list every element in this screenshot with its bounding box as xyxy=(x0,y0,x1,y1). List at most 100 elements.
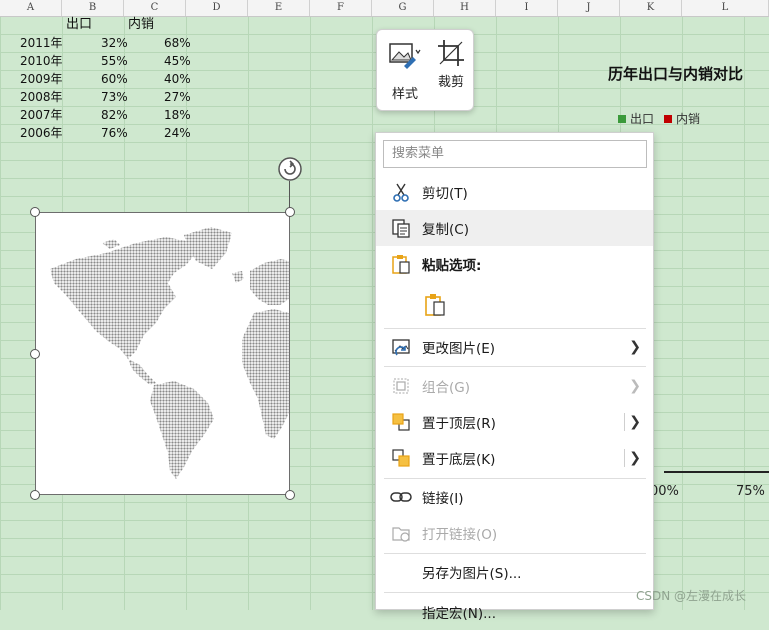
table-header-row: 出口 内销 xyxy=(0,16,200,34)
context-menu: 搜索菜单 剪切(T) 复制(C) 粘贴选项: 更改图片(E) ❯ 组合(G) ❯… xyxy=(375,132,654,622)
menu-item-label: 剪切(T) xyxy=(422,186,468,202)
menu-item-assign-macro[interactable]: 指定宏(N)... xyxy=(376,594,653,630)
resize-handle-top-left[interactable] xyxy=(30,207,40,217)
column-header-b[interactable]: B xyxy=(62,0,124,16)
cell-export[interactable]: 76% xyxy=(101,124,128,142)
menu-item-label: 更改图片(E) xyxy=(422,341,496,357)
paste-icon xyxy=(390,253,412,275)
copy-icon xyxy=(390,217,412,239)
chevron-right-icon[interactable]: ❯ xyxy=(629,450,641,466)
resize-handle-top-right[interactable] xyxy=(285,207,295,217)
menu-item-label: 粘贴选项: xyxy=(422,258,482,274)
table-row: 2011年 32% 68% xyxy=(0,34,200,52)
column-header-d[interactable]: D xyxy=(186,0,248,16)
cell-year[interactable]: 2008年 xyxy=(20,88,63,106)
column-header-e[interactable]: E xyxy=(248,0,310,16)
menu-item-label: 打开链接(O) xyxy=(422,527,498,543)
cell-domestic[interactable]: 24% xyxy=(164,124,191,142)
table-row: 2010年 55% 45% xyxy=(0,52,200,70)
crop-button[interactable]: 裁剪 xyxy=(429,34,473,98)
column-header-l[interactable]: L xyxy=(682,0,769,16)
menu-item-send-to-back[interactable]: 置于底层(K) ❯ xyxy=(376,440,653,476)
column-header-g[interactable]: G xyxy=(372,0,434,16)
menu-item-label: 复制(C) xyxy=(422,222,469,238)
world-map-image xyxy=(50,227,289,479)
send-to-back-icon xyxy=(390,447,412,469)
cell-domestic[interactable]: 27% xyxy=(164,88,191,106)
legend-label: 内销 xyxy=(676,112,701,126)
menu-item-bring-to-front[interactable]: 置于顶层(R) ❯ xyxy=(376,404,653,440)
cell-domestic[interactable]: 68% xyxy=(164,34,191,52)
watermark-text: CSDN @左漫在成长 xyxy=(636,589,747,603)
cell-year[interactable]: 2007年 xyxy=(20,106,63,124)
group-icon xyxy=(390,375,412,397)
column-header-j[interactable]: J xyxy=(558,0,620,16)
chevron-right-icon[interactable]: ❯ xyxy=(629,414,641,430)
paste-option-keep-source[interactable] xyxy=(376,284,653,326)
menu-item-link[interactable]: 链接(I) xyxy=(376,479,653,515)
cell-export[interactable]: 82% xyxy=(101,106,128,124)
menu-item-copy[interactable]: 复制(C) xyxy=(376,210,653,246)
paste-clipboard-icon xyxy=(424,294,446,316)
column-header-k[interactable]: K xyxy=(620,0,682,16)
chart-axis-line xyxy=(664,471,769,473)
column-header-c[interactable]: C xyxy=(124,0,186,16)
column-header-f[interactable]: F xyxy=(310,0,372,16)
resize-handle-bottom-left[interactable] xyxy=(30,490,40,500)
resize-handle-bottom-right[interactable] xyxy=(285,490,295,500)
menu-item-label: 另存为图片(S)... xyxy=(422,566,522,582)
legend-item-domestic: 内销 xyxy=(664,110,700,127)
open-link-icon xyxy=(390,522,412,544)
chart-title[interactable]: 历年出口与内销对比 xyxy=(608,63,743,84)
menu-item-open-link[interactable]: 打开链接(O) xyxy=(376,515,653,551)
table-row: 2009年 60% 40% xyxy=(0,70,200,88)
menu-item-save-as-picture[interactable]: 另存为图片(S)... xyxy=(376,554,653,590)
menu-item-cut[interactable]: 剪切(T) xyxy=(376,174,653,210)
cell-domestic[interactable]: 45% xyxy=(164,52,191,70)
submenu-divider xyxy=(624,449,625,467)
cell-export[interactable]: 73% xyxy=(101,88,128,106)
bring-to-front-icon xyxy=(390,411,412,433)
cell-year[interactable]: 2006年 xyxy=(20,124,63,142)
chart-legend[interactable]: 出口 内销 xyxy=(618,110,700,127)
cell-domestic[interactable]: 18% xyxy=(164,106,191,124)
table-row: 2006年 76% 24% xyxy=(0,124,200,142)
resize-handle-middle-left[interactable] xyxy=(30,349,40,359)
rotate-handle-icon[interactable] xyxy=(277,156,303,182)
cell-export[interactable]: 60% xyxy=(101,70,128,88)
column-header-h[interactable]: H xyxy=(434,0,496,16)
menu-item-change-picture[interactable]: 更改图片(E) ❯ xyxy=(376,329,653,365)
chevron-right-icon: ❯ xyxy=(629,339,641,355)
axis-tick-label: 75% xyxy=(736,484,765,499)
legend-swatch-export xyxy=(618,114,626,123)
cell-year[interactable]: 2009年 xyxy=(20,70,63,88)
menu-separator xyxy=(384,592,646,593)
style-label: 样式 xyxy=(391,87,418,102)
menu-search-input[interactable]: 搜索菜单 xyxy=(383,140,647,168)
legend-swatch-domestic xyxy=(664,114,673,123)
crop-icon xyxy=(438,40,464,66)
menu-separator xyxy=(384,366,646,367)
cell-export[interactable]: 55% xyxy=(101,52,128,70)
axis-tick-label: 00% xyxy=(650,484,679,499)
menu-item-group[interactable]: 组合(G) ❯ xyxy=(376,368,653,404)
header-export[interactable]: 出口 xyxy=(66,16,92,34)
menu-item-label: 组合(G) xyxy=(422,380,470,396)
menu-item-label: 链接(I) xyxy=(422,491,464,507)
cell-year[interactable]: 2011年 xyxy=(20,34,63,52)
table-row: 2008年 73% 27% xyxy=(0,88,200,106)
change-picture-icon xyxy=(390,336,412,358)
menu-item-label: 置于底层(K) xyxy=(422,452,496,468)
column-header-a[interactable]: A xyxy=(0,0,62,16)
header-domestic[interactable]: 内销 xyxy=(128,16,154,34)
menu-item-paste-options: 粘贴选项: xyxy=(376,246,653,282)
cell-year[interactable]: 2010年 xyxy=(20,52,63,70)
legend-label: 出口 xyxy=(630,112,655,126)
submenu-divider xyxy=(624,413,625,431)
column-header-i[interactable]: I xyxy=(496,0,558,16)
cell-export[interactable]: 32% xyxy=(101,34,128,52)
world-map-picture[interactable] xyxy=(35,212,290,495)
cell-domestic[interactable]: 40% xyxy=(164,70,191,88)
style-button[interactable]: 样式 xyxy=(383,38,427,102)
column-header-bar: A B C D E F G H I J K L xyxy=(0,0,769,17)
